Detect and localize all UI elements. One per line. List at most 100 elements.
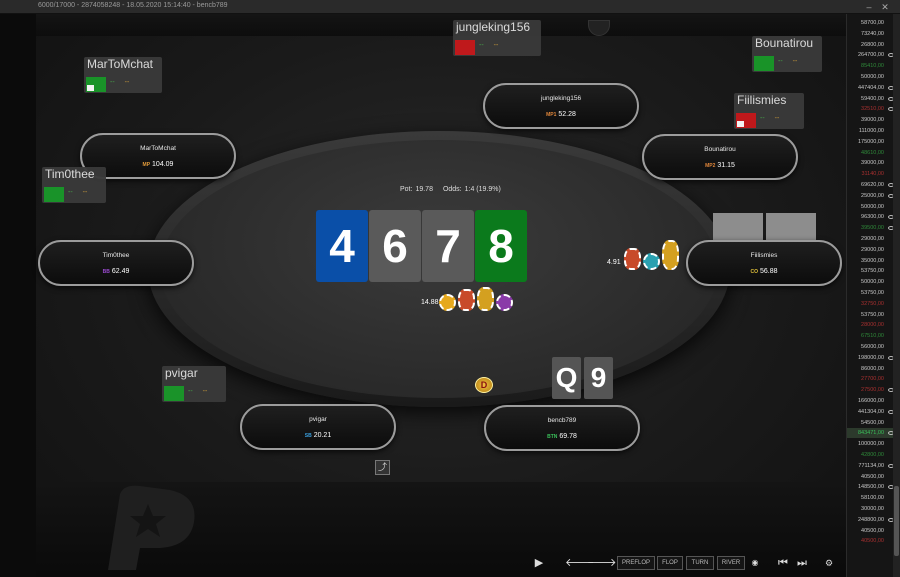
settings-icon[interactable]: ⚙ <box>822 556 836 570</box>
skip-first-icon[interactable]: ⏮ <box>776 556 790 570</box>
player-name: pvigar <box>309 416 327 423</box>
player-name: Bounatirou <box>704 146 736 153</box>
hud-bounatirou[interactable]: Bounatirou -- -- <box>752 36 822 72</box>
chip-icon <box>439 294 456 311</box>
player-name: Fiilismies <box>750 252 778 259</box>
session-value: 54500,00 <box>861 419 884 426</box>
preflop-button[interactable]: PREFLOP <box>617 556 655 570</box>
player-stack: 20.21 <box>313 432 332 439</box>
hud-indicator <box>736 113 756 128</box>
seat-tim0thee[interactable]: Tim0thee BB 62.49 <box>38 240 194 286</box>
session-value: 166000,00 <box>858 398 884 404</box>
session-value: 843471,00 <box>858 430 884 437</box>
player-name: bencb789 <box>547 417 577 424</box>
list-scrollbar[interactable] <box>893 14 900 577</box>
pot-info: Pot: 19.78 Odds: 1:4 (19.9%) <box>400 186 510 193</box>
hud-stat: -- <box>778 58 783 65</box>
seat-pvigar[interactable]: pvigar SB 20.21 <box>240 404 396 450</box>
session-value: 48610,00 <box>861 149 884 156</box>
session-value: 53750,00 <box>861 311 884 318</box>
player-stack: 31.15 <box>717 162 735 169</box>
hud-indicator <box>455 40 475 55</box>
session-value: 39000,00 <box>861 160 884 167</box>
odds-value: 1:4 (19.9%) <box>464 186 501 193</box>
hud-martomchat[interactable]: MarToMchat -- -- <box>84 57 162 93</box>
hud-stat: -- <box>110 79 115 86</box>
odds-label: Odds: <box>442 186 462 193</box>
hud-stat: -- <box>479 42 484 49</box>
session-value: 42800,00 <box>861 452 884 458</box>
hud-indicator <box>164 386 184 401</box>
player-name: jungleking156 <box>540 95 582 102</box>
chip-icon <box>477 287 494 311</box>
session-value: 40500,00 <box>861 473 884 480</box>
session-value: 39000,00 <box>861 117 884 124</box>
session-value: 50000,00 <box>861 74 884 80</box>
hud-stat: -- <box>68 189 73 196</box>
session-list-panel[interactable]: 58700,00 73240,00 26800,00 264700,00 85410,0… <box>846 14 900 577</box>
session-value: 100000,00 <box>858 441 884 448</box>
session-value: 39500,00 <box>861 225 884 232</box>
hud-tim0thee[interactable]: Tim0thee -- -- <box>42 167 106 203</box>
session-value: 198000,00 <box>858 354 884 361</box>
position-badge: BTN <box>547 434 558 440</box>
session-value: 86000,00 <box>861 365 884 372</box>
player-stack: 69.78 <box>559 433 577 440</box>
player-stack: 104.09 <box>152 161 174 168</box>
turn-button[interactable]: TURN <box>686 556 714 570</box>
hud-stat: -- <box>202 388 208 395</box>
hud-player-name: Bounatirou <box>755 36 814 50</box>
session-value: 50000,00 <box>861 279 884 286</box>
seat-fiilismies[interactable]: Fiilismies CO 56.88 <box>686 240 842 286</box>
session-value: 40500,00 <box>861 538 884 545</box>
close-button[interactable]: ✕ <box>878 1 892 13</box>
session-value: 27500,00 <box>861 387 884 394</box>
minimize-button[interactable]: – <box>862 1 876 13</box>
player-stack: 56.88 <box>759 268 778 275</box>
chip-icon <box>496 294 513 311</box>
seat-bencb789[interactable]: bencb789 BTN 69.78 <box>484 405 640 451</box>
step-forward-icon[interactable]: 🡒 <box>587 556 617 570</box>
pot-value: 19.78 <box>415 186 433 193</box>
session-value: 148500,00 <box>858 484 884 491</box>
session-value: 40500,00 <box>861 527 884 534</box>
session-value: 73240,00 <box>861 30 884 37</box>
table-top-bar <box>36 14 846 36</box>
scrollbar-thumb[interactable] <box>894 486 899 556</box>
eye-icon[interactable]: ◉ <box>748 556 762 570</box>
session-value: 85410,00 <box>861 63 884 70</box>
chip-icon <box>458 289 475 311</box>
pot-label: Pot: <box>400 186 413 193</box>
session-value: 28000,00 <box>861 322 884 329</box>
session-value: 59400,00 <box>861 95 884 102</box>
board-card: 8 <box>475 210 527 282</box>
session-value: 771134,00 <box>858 462 884 469</box>
step-back-icon[interactable]: 🡐 <box>565 556 595 570</box>
skip-last-icon[interactable]: ⏭ <box>795 556 809 570</box>
seat-bounatirou[interactable]: Bounatirou MP2 31.15 <box>642 134 798 180</box>
play-icon[interactable]: ▶ <box>532 556 546 570</box>
pot-chips-amount: 14.88 <box>421 299 439 306</box>
session-value: 35000,00 <box>861 257 884 264</box>
session-value: 27700,00 <box>861 376 884 383</box>
river-button[interactable]: RIVER <box>717 556 745 570</box>
hud-fiilismies[interactable]: Fiilismies -- -- <box>734 93 804 129</box>
board-card: 6 <box>369 210 421 282</box>
position-badge: SB <box>304 433 312 439</box>
session-value: 111000,00 <box>858 128 884 134</box>
hud-jungleking156[interactable]: jungleking156 -- -- <box>453 20 541 56</box>
position-badge: MP1 <box>546 112 557 118</box>
board-card: 4 <box>316 210 368 282</box>
hud-stat: -- <box>774 115 780 122</box>
dealer-button-icon: D <box>475 377 493 393</box>
session-value: 248800,00 <box>858 516 884 523</box>
hud-pvigar[interactable]: pvigar -- -- <box>162 366 226 402</box>
session-value: 25000,00 <box>861 192 884 199</box>
hud-indicator <box>86 77 106 92</box>
flop-button[interactable]: FLOP <box>657 556 683 570</box>
swap-seat-icon[interactable]: ⤴ <box>375 460 390 475</box>
hud-stat: -- <box>188 388 193 395</box>
seat-jungleking156[interactable]: jungleking156 MP1 52.28 <box>483 83 639 129</box>
hud-stat: -- <box>82 189 88 196</box>
session-value: 58700,00 <box>861 20 884 26</box>
